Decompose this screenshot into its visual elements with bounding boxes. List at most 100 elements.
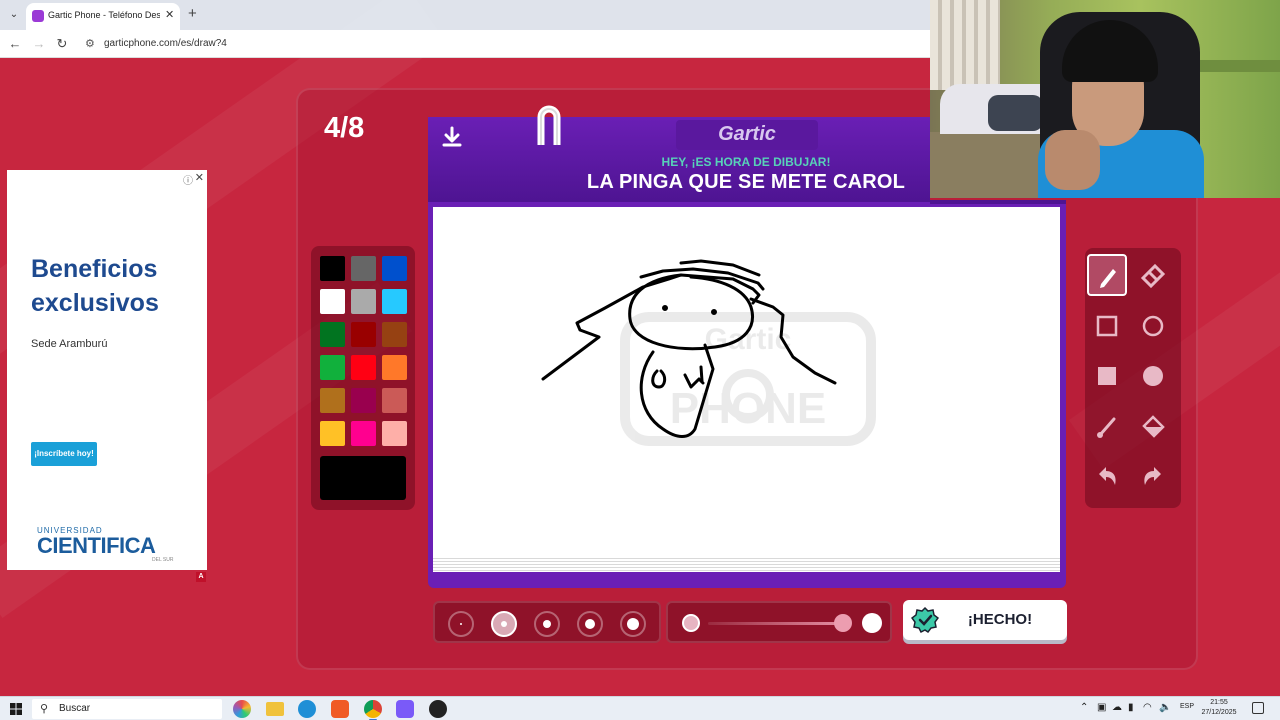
eraser-icon bbox=[1140, 263, 1166, 289]
tray-wifi-icon[interactable]: ◠ bbox=[1143, 702, 1152, 713]
circle-filled-tool[interactable] bbox=[1133, 355, 1173, 397]
ad-headline: Beneficios exclusivos bbox=[31, 255, 159, 317]
tray-battery-icon[interactable]: ▮ bbox=[1128, 702, 1134, 713]
color-swatch[interactable] bbox=[351, 256, 376, 281]
brush-size-option[interactable] bbox=[577, 611, 603, 637]
opacity-thumb[interactable] bbox=[862, 613, 882, 633]
chrome-icon[interactable] bbox=[364, 700, 382, 720]
ad-badge: A bbox=[196, 572, 206, 582]
done-button[interactable]: ¡HECHO! bbox=[903, 600, 1067, 640]
search-icon: ⚲ bbox=[40, 703, 49, 715]
edge-icon[interactable] bbox=[298, 700, 316, 718]
color-swatch[interactable] bbox=[382, 256, 407, 281]
done-label: ¡HECHO! bbox=[967, 611, 1033, 628]
ad-logo-bottom: DEL SUR bbox=[152, 557, 174, 563]
app-icon[interactable] bbox=[396, 700, 414, 718]
color-swatch[interactable] bbox=[320, 256, 345, 281]
tool-panel bbox=[1085, 248, 1181, 508]
tray-time: 21:55 bbox=[1210, 699, 1228, 706]
brush-size-option[interactable] bbox=[491, 611, 517, 637]
prompt-subtitle: HEY, ¡ES HORA DE DIBUJAR! bbox=[661, 155, 831, 169]
copilot-icon[interactable] bbox=[233, 700, 251, 718]
color-swatch[interactable] bbox=[382, 289, 407, 314]
pencil-icon bbox=[1100, 269, 1116, 288]
redo-tool[interactable] bbox=[1133, 456, 1173, 498]
line-icon bbox=[1097, 417, 1116, 438]
color-swatch[interactable] bbox=[382, 322, 407, 347]
download-icon[interactable] bbox=[440, 125, 464, 149]
opacity-track[interactable] bbox=[708, 622, 850, 625]
gartic-phone-watermark: Gartic PHONE bbox=[620, 312, 876, 446]
brush-size-option[interactable] bbox=[448, 611, 474, 637]
notification-icon[interactable] bbox=[1252, 702, 1264, 714]
tab-list-chevron-icon[interactable]: ⌄ bbox=[6, 7, 22, 23]
file-explorer-icon[interactable] bbox=[266, 702, 284, 716]
brush-size-dot bbox=[627, 618, 639, 630]
checkmark-badge-icon bbox=[911, 606, 939, 634]
fill-bucket-tool[interactable] bbox=[1133, 406, 1173, 448]
tray-language[interactable]: ESP bbox=[1180, 703, 1194, 710]
tray-app-icon[interactable]: ▣ bbox=[1097, 702, 1106, 713]
color-swatch[interactable] bbox=[320, 388, 345, 413]
color-swatch[interactable] bbox=[382, 388, 407, 413]
brush-size-option[interactable] bbox=[534, 611, 560, 637]
color-swatch[interactable] bbox=[351, 388, 376, 413]
browser-tab[interactable]: Gartic Phone - Teléfono Descon ✕ bbox=[26, 3, 180, 30]
brush-size-dot bbox=[585, 619, 595, 629]
back-arrow-icon[interactable]: ← bbox=[6, 35, 24, 53]
windows-taskbar: ⚲ Buscar ⌃ ▣ ☁ ▮ ◠ 🔈 ESP 21:55 27/12/202… bbox=[0, 696, 1280, 720]
rectangle-filled-icon bbox=[1098, 367, 1116, 385]
brush-size-picker bbox=[433, 601, 661, 643]
color-swatch[interactable] bbox=[351, 355, 376, 380]
site-settings-icon[interactable]: ⚙ bbox=[85, 37, 95, 50]
gartic-logo: Gartic bbox=[718, 123, 776, 145]
rectangle-filled-tool[interactable] bbox=[1087, 355, 1127, 397]
obs-icon[interactable] bbox=[429, 700, 447, 718]
circle-outline-tool[interactable] bbox=[1133, 305, 1173, 347]
tray-clock[interactable]: 21:55 27/12/2025 bbox=[1200, 698, 1238, 718]
forward-arrow-icon[interactable]: → bbox=[30, 35, 48, 53]
color-swatch[interactable] bbox=[320, 421, 345, 446]
tray-network-icon[interactable]: ☁ bbox=[1112, 702, 1122, 713]
brush-size-option[interactable] bbox=[620, 611, 646, 637]
color-swatch[interactable] bbox=[320, 355, 345, 380]
redo-icon bbox=[1144, 467, 1161, 485]
color-swatch[interactable] bbox=[382, 355, 407, 380]
windows-start-icon[interactable] bbox=[10, 703, 22, 715]
color-swatch[interactable] bbox=[320, 289, 345, 314]
eraser-tool[interactable] bbox=[1133, 254, 1173, 296]
tab-close-icon[interactable]: ✕ bbox=[165, 8, 174, 21]
color-swatch[interactable] bbox=[320, 322, 345, 347]
brave-icon[interactable] bbox=[331, 700, 349, 718]
canvas-drawing: Gartic PHONE bbox=[541, 259, 876, 446]
color-swatch[interactable] bbox=[351, 421, 376, 446]
drawing-canvas[interactable]: Gartic PHONE bbox=[433, 207, 1060, 567]
color-swatch[interactable] bbox=[382, 421, 407, 446]
line-tool[interactable] bbox=[1087, 406, 1127, 448]
fill-bucket-icon bbox=[1142, 415, 1165, 438]
paper-clip-icon bbox=[537, 105, 561, 145]
brush-size-dot bbox=[501, 621, 507, 627]
color-swatch[interactable] bbox=[351, 322, 376, 347]
tray-overflow-icon[interactable]: ⌃ bbox=[1080, 702, 1088, 713]
taskbar-search[interactable]: ⚲ Buscar bbox=[32, 699, 222, 719]
tray-volume-icon[interactable]: 🔈 bbox=[1159, 702, 1171, 713]
pencil-tool[interactable] bbox=[1087, 254, 1127, 296]
advertisement[interactable]: ⓘ ✕ Beneficios exclusivos Sede Aramburú … bbox=[7, 170, 207, 570]
ad-info-icon[interactable]: ⓘ bbox=[183, 172, 193, 187]
address-bar[interactable]: garticphone.com/es/draw?4 bbox=[104, 38, 227, 49]
ad-close-icon[interactable]: ✕ bbox=[195, 171, 204, 184]
reload-icon[interactable]: ↻ bbox=[53, 35, 71, 53]
opacity-slider[interactable] bbox=[666, 601, 892, 643]
circle-filled-icon bbox=[1143, 366, 1163, 386]
ad-cta-button[interactable]: ¡Inscríbete hoy! bbox=[31, 442, 97, 466]
rectangle-outline-tool[interactable] bbox=[1087, 305, 1127, 347]
undo-tool[interactable] bbox=[1087, 456, 1127, 498]
watermark-line2: PHONE bbox=[670, 384, 826, 433]
new-tab-icon[interactable]: + bbox=[188, 5, 197, 22]
color-swatch[interactable] bbox=[351, 289, 376, 314]
ad-subtitle: Sede Aramburú bbox=[31, 338, 108, 350]
rectangle-outline-icon bbox=[1096, 315, 1118, 337]
webcam-curtain bbox=[930, 0, 1000, 90]
prompt-text: LA PINGA QUE SE METE CAROL bbox=[586, 171, 906, 193]
